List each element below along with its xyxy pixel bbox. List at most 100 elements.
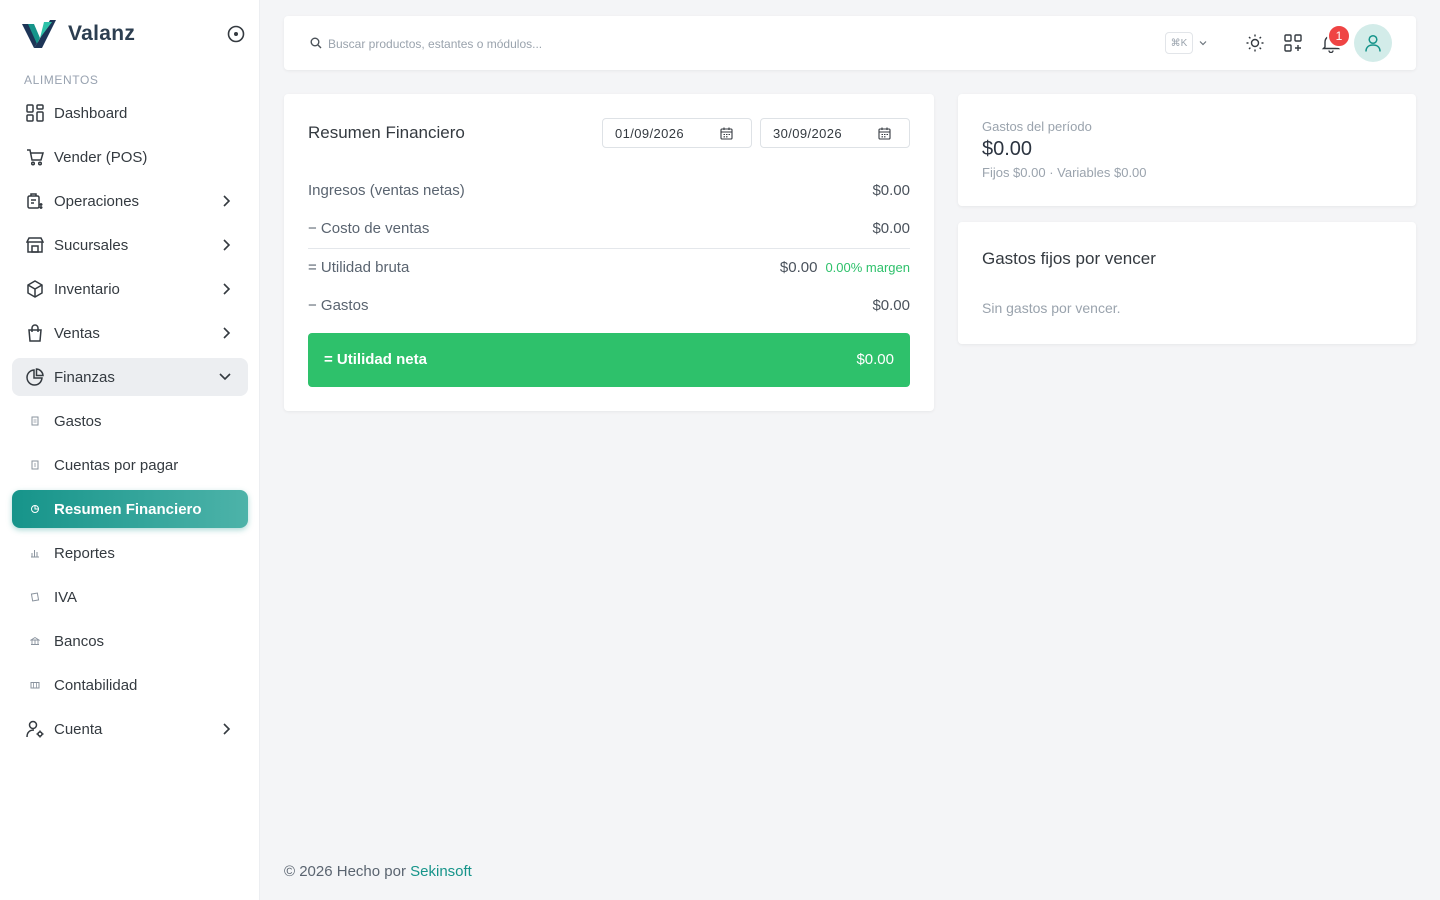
sidebar-subitem-bancos[interactable]: Bancos bbox=[12, 622, 248, 660]
chevron-right-icon bbox=[223, 195, 231, 207]
calendar-icon bbox=[878, 127, 891, 140]
sidebar-item-label: Operaciones bbox=[54, 192, 140, 210]
date-to-input[interactable]: 30/09/2026 bbox=[760, 118, 910, 148]
sidebar-item-label: Cuenta bbox=[54, 720, 103, 738]
footer-link[interactable]: Sekinsoft bbox=[410, 863, 472, 880]
sidebar-subitem-reportes[interactable]: Reportes bbox=[12, 534, 248, 572]
valanz-logo-icon bbox=[22, 20, 56, 48]
row-value: $0.00 bbox=[779, 259, 818, 276]
sidebar-item-operaciones[interactable]: Operaciones bbox=[12, 182, 248, 220]
net-profit-value: $0.00 bbox=[856, 351, 894, 368]
shopping-bag-icon bbox=[24, 322, 46, 344]
bank-icon bbox=[24, 630, 46, 652]
user-icon bbox=[1365, 34, 1381, 52]
ledger-icon bbox=[24, 674, 46, 696]
chevron-down-icon bbox=[219, 373, 231, 381]
sidebar-item-inventario[interactable]: Inventario bbox=[12, 270, 248, 308]
chevron-right-icon bbox=[223, 239, 231, 251]
empty-state: Sin gastos por vencer. bbox=[982, 300, 1121, 316]
row-value: $0.00 bbox=[872, 297, 910, 314]
sidebar: Valanz ALIMENTOS Dashboard Vender (POS) … bbox=[0, 0, 260, 900]
sidebar-subitem-contabilidad[interactable]: Contabilidad bbox=[12, 666, 248, 704]
topbar: ⌘K 1 bbox=[284, 16, 1416, 70]
sidebar-subitem-gastos[interactable]: Gastos bbox=[12, 402, 248, 440]
brand[interactable]: Valanz bbox=[20, 18, 135, 50]
sidebar-item-label: Sucursales bbox=[54, 236, 129, 254]
search-input[interactable] bbox=[328, 33, 1028, 55]
sidebar-item-label: Ventas bbox=[54, 324, 100, 342]
row-value: $0.00 bbox=[872, 182, 910, 199]
sidebar-item-label: Dashboard bbox=[54, 104, 128, 122]
tax-icon bbox=[24, 586, 46, 608]
date-to-value: 30/09/2026 bbox=[773, 125, 843, 141]
row-label: Ingresos (ventas netas) bbox=[308, 182, 465, 199]
dashboard-icon bbox=[24, 102, 46, 124]
sidebar-subitem-cuentas-por-pagar[interactable]: Cuentas por pagar bbox=[12, 446, 248, 484]
date-from-value: 01/09/2026 bbox=[615, 125, 685, 141]
footer: © 2026 Hecho por Sekinsoft bbox=[284, 863, 472, 880]
sidebar-subitem-label: Bancos bbox=[54, 632, 105, 650]
chevron-right-icon bbox=[223, 283, 231, 295]
sidebar-item-dashboard[interactable]: Dashboard bbox=[12, 94, 248, 132]
row-label: − Costo de ventas bbox=[308, 220, 430, 237]
sidebar-subitem-label: Resumen Financiero bbox=[54, 500, 202, 518]
sidebar-subitem-iva[interactable]: IVA bbox=[12, 578, 248, 616]
invoice-icon bbox=[24, 454, 46, 476]
sidebar-toggle-icon[interactable] bbox=[226, 24, 246, 44]
operations-icon bbox=[24, 190, 46, 212]
date-from-input[interactable]: 01/09/2026 bbox=[602, 118, 752, 148]
row-value-group: $0.00 0.00% margen bbox=[780, 259, 910, 276]
sidebar-item-ventas[interactable]: Ventas bbox=[12, 314, 248, 352]
card-title: Resumen Financiero bbox=[308, 123, 465, 142]
brand-name: Valanz bbox=[68, 22, 136, 45]
row-value: $0.00 bbox=[872, 220, 910, 237]
sidebar-item-sucursales[interactable]: Sucursales bbox=[12, 226, 248, 264]
expenses-row: − Gastos $0.00 bbox=[308, 297, 910, 319]
avatar[interactable] bbox=[1354, 24, 1392, 62]
sun-icon[interactable] bbox=[1245, 33, 1265, 53]
apps-grid-icon[interactable] bbox=[1283, 33, 1303, 53]
store-icon bbox=[24, 234, 46, 256]
sidebar-item-label: Vender (POS) bbox=[54, 148, 148, 166]
divider bbox=[308, 248, 910, 249]
sidebar-item-cuenta[interactable]: Cuenta bbox=[12, 710, 248, 748]
user-settings-icon bbox=[24, 718, 46, 740]
cart-icon bbox=[24, 146, 46, 168]
net-profit-bar: = Utilidad neta $0.00 bbox=[308, 333, 910, 387]
footer-text: © 2026 Hecho por bbox=[284, 863, 411, 880]
sidebar-subitem-label: Contabilidad bbox=[54, 676, 138, 694]
sidebar-subitem-label: Reportes bbox=[54, 544, 115, 562]
pie-chart-small-icon bbox=[24, 498, 46, 520]
sidebar-item-vender[interactable]: Vender (POS) bbox=[12, 138, 248, 176]
row-label: = Utilidad bruta bbox=[308, 259, 410, 276]
chevron-down-icon[interactable] bbox=[1198, 38, 1208, 48]
sidebar-subitem-label: IVA bbox=[54, 588, 78, 606]
period-expenses-card: Gastos del período $0.00 Fijos $0.00 · V… bbox=[958, 94, 1416, 206]
section-label: ALIMENTOS bbox=[24, 73, 99, 87]
pie-chart-icon bbox=[24, 366, 46, 388]
cost-of-sales-row: − Costo de ventas $0.00 bbox=[308, 220, 910, 242]
sidebar-item-label: Inventario bbox=[54, 280, 120, 298]
gross-profit-row: = Utilidad bruta $0.00 0.00% margen bbox=[308, 259, 910, 281]
sidebar-subitem-label: Cuentas por pagar bbox=[54, 456, 179, 474]
shortcut-badge: ⌘K bbox=[1165, 32, 1193, 54]
fixed-expenses-card: Gastos fijos por vencer Sin gastos por v… bbox=[958, 222, 1416, 344]
sidebar-item-finanzas[interactable]: Finanzas bbox=[12, 358, 248, 396]
row-label: − Gastos bbox=[308, 297, 369, 314]
card-title: Gastos fijos por vencer bbox=[982, 249, 1156, 268]
search-icon bbox=[310, 37, 322, 49]
chevron-right-icon bbox=[223, 723, 231, 735]
chevron-right-icon bbox=[223, 327, 231, 339]
sidebar-subitem-resumen-financiero[interactable]: Resumen Financiero bbox=[12, 490, 248, 528]
sidebar-item-label: Finanzas bbox=[54, 368, 115, 386]
sidebar-subitem-label: Gastos bbox=[54, 412, 102, 430]
period-expenses-detail: Fijos $0.00 · Variables $0.00 bbox=[982, 165, 1147, 180]
margin-percent: 0.00% margen bbox=[825, 260, 910, 275]
sidebar-nav: Dashboard Vender (POS) Operaciones Sucur… bbox=[12, 94, 248, 754]
notification-badge: 1 bbox=[1327, 24, 1351, 48]
income-row: Ingresos (ventas netas) $0.00 bbox=[308, 182, 910, 204]
financial-summary-card: Resumen Financiero 01/09/2026 30/09/2026… bbox=[284, 94, 934, 411]
bar-chart-icon bbox=[24, 542, 46, 564]
net-profit-label: = Utilidad neta bbox=[324, 351, 427, 368]
period-expenses-value: $0.00 bbox=[982, 138, 1033, 160]
